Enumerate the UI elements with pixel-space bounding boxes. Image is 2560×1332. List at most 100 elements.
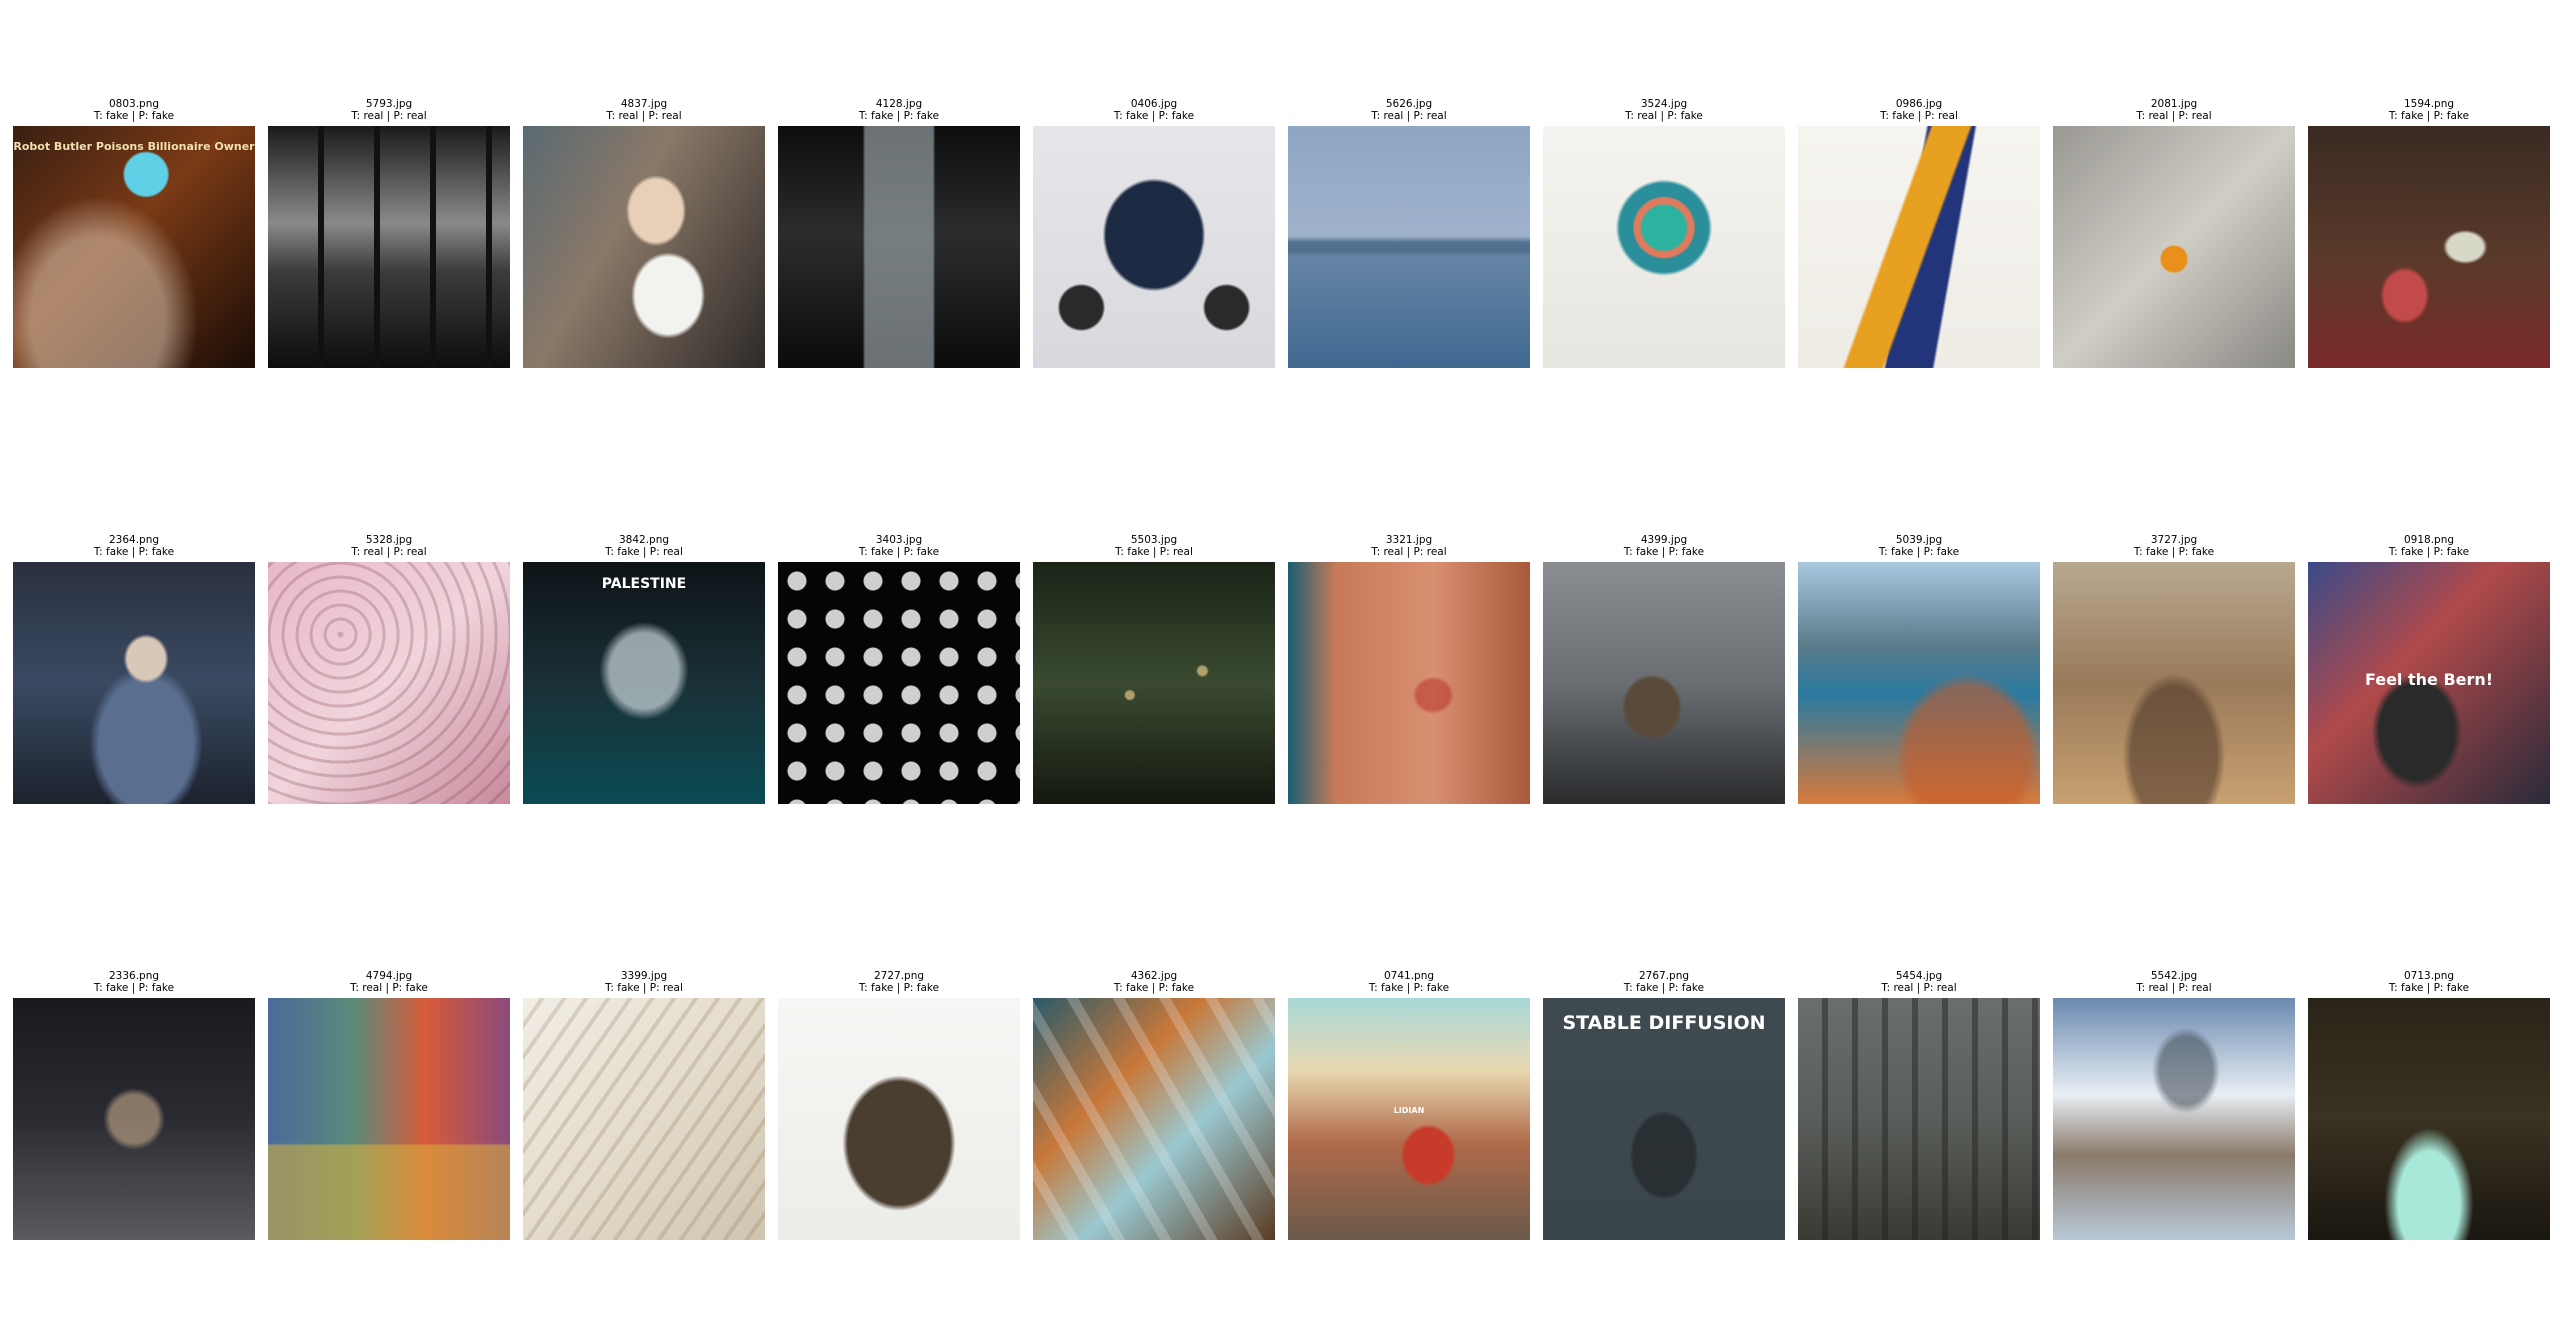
image-thumbnail [1033,126,1275,368]
image-cell: 1594.png T: fake | P: fake [2308,98,2550,368]
thumbnail-detail [1543,998,1785,1240]
image-thumbnail: Robot Butler Poisons Billionaire Owner [13,126,255,368]
image-thumbnail [268,126,510,368]
thumbnail-text: Robot Butler Poisons Billionaire Owner [13,140,255,153]
thumbnail-detail [13,998,255,1240]
thumbnail-detail [1033,562,1275,804]
thumbnail-detail [1288,998,1530,1240]
image-label: T: real | P: real [606,110,682,122]
image-label: T: fake | P: fake [1113,982,1195,994]
thumbnail-detail [1798,998,2040,1240]
image-thumbnail [13,562,255,804]
thumbnail-detail [2308,126,2550,368]
image-cell: 4399.jpg T: fake | P: fake [1543,534,1785,804]
image-thumbnail [1033,562,1275,804]
image-thumbnail [2308,998,2550,1240]
thumbnail-text: PALESTINE [601,576,687,592]
image-label: T: real | P: real [1371,546,1447,558]
thumbnail-detail [2053,126,2295,368]
image-cell: 3842.png T: fake | P: real PALESTINE [523,534,765,804]
image-cell: 4128.jpg T: fake | P: fake [778,98,1020,368]
image-thumbnail [1543,562,1785,804]
thumbnail-detail [778,562,1020,804]
thumbnail-detail [1798,126,2040,368]
image-cell: 0986.jpg T: fake | P: real [1798,98,2040,368]
image-label: T: fake | P: fake [93,982,175,994]
image-thumbnail [778,126,1020,368]
thumbnail-text: LIDIAN [1393,1106,1425,1115]
image-thumbnail [778,998,1020,1240]
image-label: T: fake | P: fake [93,546,175,558]
image-thumbnail [13,998,255,1240]
image-cell: 4362.jpg T: fake | P: fake [1033,970,1275,1240]
image-label: T: fake | P: fake [858,110,940,122]
image-cell: 4794.jpg T: real | P: fake [268,970,510,1240]
thumbnail-detail [268,126,510,368]
image-label: T: fake | P: fake [2388,546,2470,558]
image-thumbnail [1033,998,1275,1240]
image-cell: 5542.jpg T: real | P: real [2053,970,2295,1240]
image-thumbnail [1543,126,1785,368]
image-label: T: real | P: real [351,110,427,122]
image-cell: 4837.jpg T: real | P: real [523,98,765,368]
image-cell: 5454.jpg T: real | P: real [1798,970,2040,1240]
thumbnail-text: Feel the Bern! [2364,670,2494,689]
image-label: T: real | P: real [2136,982,2212,994]
image-label: T: fake | P: real [1115,546,1193,558]
thumbnail-detail [1288,126,1530,368]
image-label: T: fake | P: fake [858,546,940,558]
image-label: T: fake | P: fake [2388,982,2470,994]
image-thumbnail [2053,562,2295,804]
image-cell: 5503.jpg T: fake | P: real [1033,534,1275,804]
image-thumbnail [2053,998,2295,1240]
image-label: T: fake | P: fake [1368,982,1450,994]
image-thumbnail [1798,126,2040,368]
thumbnail-detail [2053,998,2295,1240]
image-label: T: real | P: real [1881,982,1957,994]
thumbnail-detail [1288,562,1530,804]
image-cell: 0803.png T: fake | P: fake Robot Butler Po… [13,98,255,368]
image-label: T: real | P: fake [350,982,428,994]
image-cell: 3399.jpg T: fake | P: real [523,970,765,1240]
image-thumbnail [268,562,510,804]
image-cell: 0406.jpg T: fake | P: fake [1033,98,1275,368]
thumbnail-detail [523,998,765,1240]
image-thumbnail [523,998,765,1240]
image-cell: 0741.png T: fake | P: fake LIDIAN [1288,970,1530,1240]
image-cell: 2081.jpg T: real | P: real [2053,98,2295,368]
thumbnail-detail [1033,998,1275,1240]
image-label: T: real | P: real [351,546,427,558]
image-thumbnail [2308,126,2550,368]
thumbnail-detail [1543,562,1785,804]
image-label: T: fake | P: fake [93,110,175,122]
image-cell: 5039.jpg T: fake | P: fake [1798,534,2040,804]
image-cell: 0713.png T: fake | P: fake [2308,970,2550,1240]
image-label: T: fake | P: real [605,982,683,994]
image-thumbnail [2053,126,2295,368]
thumbnail-detail [13,126,255,368]
thumbnail-detail [268,562,510,804]
image-thumbnail [778,562,1020,804]
image-thumbnail [1288,126,1530,368]
image-cell: 2767.png T: fake | P: fake STABLE DIFFUSIO… [1543,970,1785,1240]
thumbnail-detail [268,998,510,1240]
image-cell: 2364.png T: fake | P: fake [13,534,255,804]
image-grid: 0803.png T: fake | P: fake Robot Butler Po… [0,0,2560,1332]
image-cell: 5793.jpg T: real | P: real [268,98,510,368]
image-label: T: fake | P: fake [1113,110,1195,122]
thumbnail-detail [778,998,1020,1240]
thumbnail-detail [778,126,1020,368]
image-label: T: real | P: real [2136,110,2212,122]
image-cell: 2336.png T: fake | P: fake [13,970,255,1240]
image-label: T: fake | P: real [1880,110,1958,122]
image-cell: 3321.jpg T: real | P: real [1288,534,1530,804]
image-label: T: real | P: fake [1625,110,1703,122]
image-thumbnail: STABLE DIFFUSION [1543,998,1785,1240]
thumbnail-detail [523,562,765,804]
image-thumbnail [523,126,765,368]
image-label: T: fake | P: fake [1878,546,1960,558]
image-thumbnail [1288,562,1530,804]
image-cell: 0918.png T: fake | P: fake Feel the Bern! [2308,534,2550,804]
image-label: T: fake | P: real [605,546,683,558]
thumbnail-detail [1543,126,1785,368]
